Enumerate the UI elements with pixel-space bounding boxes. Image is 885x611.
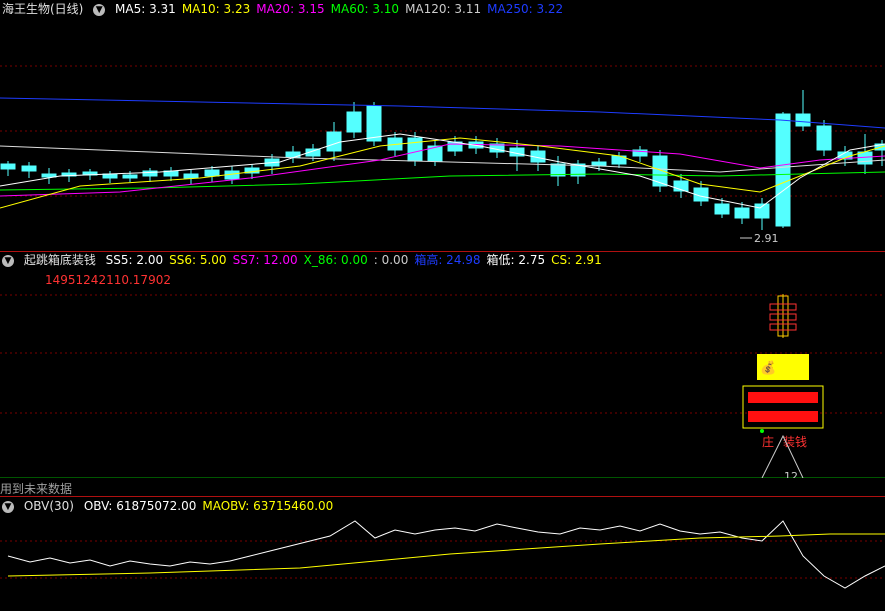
candle-body <box>326 131 342 152</box>
indicator1-field-3: X_86: 0.00 <box>303 253 368 267</box>
obv-field-0: OBV: 61875072.00 <box>83 499 197 513</box>
ma-legend-item-0: MA5: 3.31 <box>115 2 176 16</box>
ma-line-0 <box>0 97 885 129</box>
signal-bar <box>748 392 818 403</box>
indicator1-field-7: CS: 2.91 <box>551 253 602 267</box>
indicator1-title[interactable]: 起跳箱底装钱 <box>24 253 96 267</box>
signal-zhuangqian: 装钱 <box>783 434 807 449</box>
candle-body <box>407 137 423 162</box>
indicator1-field-1: SS6: 5.00 <box>169 253 227 267</box>
collapse-icon[interactable]: ▼ <box>2 254 14 267</box>
stock-chart-window: 海王生物(日线) ▼ MA5: 3.31 MA10: 3.23 MA20: 3.15… <box>0 0 885 611</box>
candle-body <box>346 111 362 133</box>
candle-body <box>714 203 730 215</box>
indicator1-field-5: 箱高: 24.98 <box>414 253 481 267</box>
candle-body <box>795 113 811 127</box>
ma-legend-items: MA5: 3.31 MA10: 3.23 MA20: 3.15 MA60: 3.10 M… <box>115 2 569 16</box>
ma-legend-item-5: MA250: 3.22 <box>487 2 564 16</box>
candle-body <box>204 169 220 177</box>
panel-separator[interactable] <box>0 496 885 497</box>
stock-title[interactable]: 海王生物(日线) <box>2 2 83 16</box>
indicator1-field-4: : 0.00 <box>373 253 409 267</box>
ma-line-5 <box>0 133 885 209</box>
obv-chart[interactable] <box>0 516 885 611</box>
money-bag-icon: 💰 <box>760 360 776 376</box>
indicator1-field-0: SS5: 2.00 <box>105 253 164 267</box>
signal-zhuang: 庄 <box>762 434 774 449</box>
indicator1-legend: ▼ 起跳箱底装钱 SS5: 2.00 SS6: 5.00 SS7: 12.00 X_8… <box>2 252 614 268</box>
indicator1-field-2: SS7: 12.00 <box>232 253 298 267</box>
candle-body <box>775 113 791 227</box>
indicator1-chart[interactable]: 💰 庄 装钱 12 <box>0 268 885 478</box>
low-marker-label: 2.91 <box>754 232 779 245</box>
ma-legend-item-1: MA10: 3.23 <box>181 2 251 16</box>
signal-bar <box>748 411 818 422</box>
obv-title[interactable]: OBV(30) <box>24 499 74 513</box>
future-data-note: 用到未来数据 <box>0 482 73 496</box>
ma-legend-item-4: MA120: 3.11 <box>405 2 482 16</box>
main-legend: 海王生物(日线) ▼ MA5: 3.31 MA10: 3.23 MA20: 3.15… <box>2 1 575 17</box>
candle-body <box>21 165 37 172</box>
obv-legend: ▼ OBV(30) OBV: 61875072.00 MAOBV: 6371546… <box>2 498 345 514</box>
collapse-icon[interactable]: ▼ <box>2 500 14 513</box>
collapse-icon[interactable]: ▼ <box>93 3 106 16</box>
candlestick-chart[interactable]: 2.91 <box>0 16 885 250</box>
candle-body <box>816 125 832 151</box>
candle-body <box>366 105 382 142</box>
indicator1-fields: SS5: 2.00 SS6: 5.00 SS7: 12.00 X_86: 0.00 : … <box>106 253 608 267</box>
indicator1-field-6: 箱低: 2.75 <box>486 253 546 267</box>
obv-fields: OBV: 61875072.00 MAOBV: 63715460.00 <box>84 499 339 513</box>
candle-body <box>0 163 16 170</box>
ma-legend-item-2: MA20: 3.15 <box>256 2 325 16</box>
candle-body <box>122 174 138 179</box>
ma-legend-item-3: MA60: 3.10 <box>330 2 400 16</box>
candle-body <box>183 173 199 179</box>
candle-body <box>734 207 750 219</box>
peak-label: 12 <box>784 470 798 478</box>
obv-field-1: MAOBV: 63715460.00 <box>202 499 334 513</box>
signal-dot <box>760 429 764 433</box>
maobv-line <box>7 533 885 577</box>
